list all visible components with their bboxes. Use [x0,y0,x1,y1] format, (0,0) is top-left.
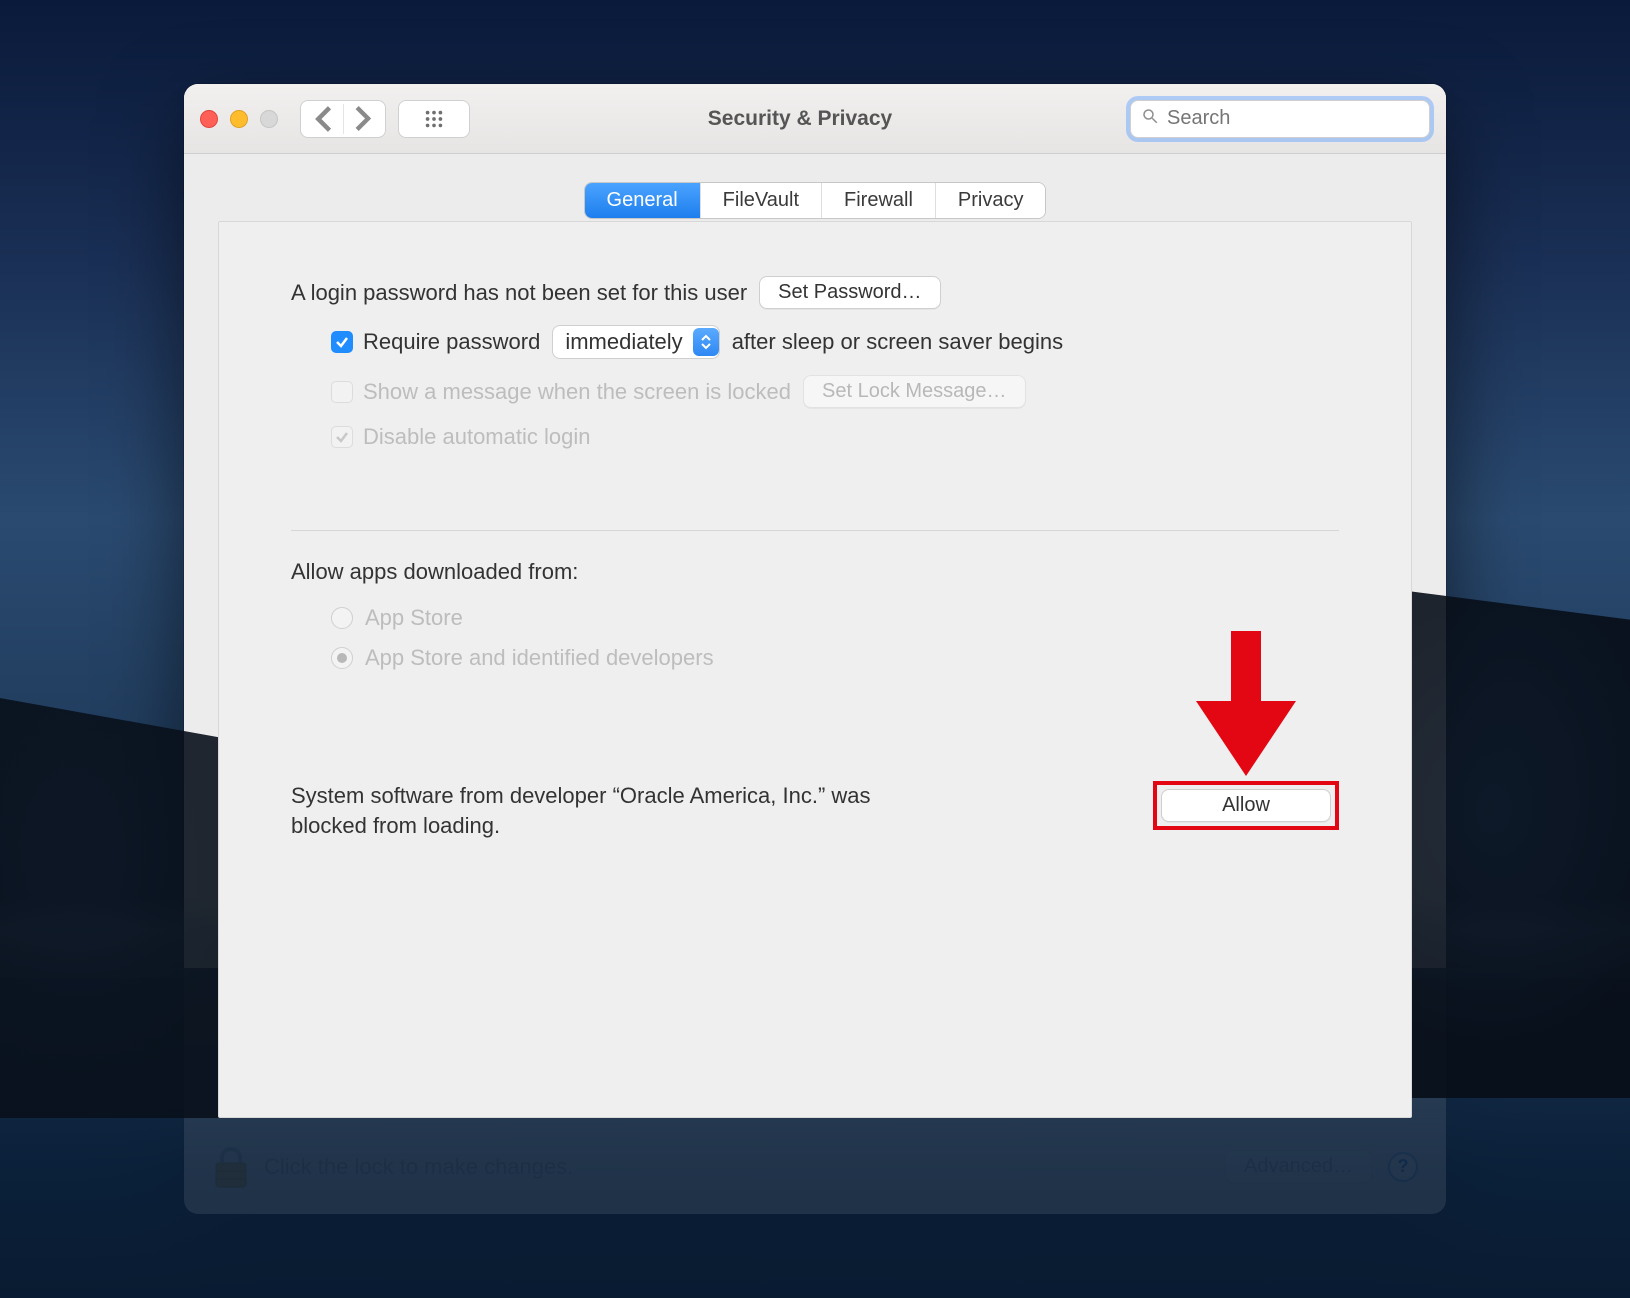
back-button[interactable] [307,104,343,134]
checkmark-disabled-icon [331,426,353,448]
login-password-row: A login password has not been set for th… [291,276,1339,309]
blocked-software-row: System software from developer “Oracle A… [291,781,1339,840]
annotation-down-arrow-icon [1191,631,1301,786]
search-icon [1141,107,1159,130]
require-password-suffix: after sleep or screen saver begins [732,329,1063,355]
radio-identified-developers-label: App Store and identified developers [365,645,714,671]
stepper-icon [693,328,719,356]
close-button[interactable] [200,110,218,128]
window-title: Security & Privacy [482,107,1118,131]
radio-identified-developers: App Store and identified developers [331,645,1339,671]
window-controls [200,110,278,128]
annotation-highlight: Allow [1153,781,1339,830]
nav-buttons [300,100,386,138]
chevron-right-icon [344,101,379,136]
set-lock-message-button: Set Lock Message… [803,375,1026,408]
tab-filevault[interactable]: FileVault [700,183,821,218]
tab-privacy[interactable]: Privacy [935,183,1046,218]
minimize-button[interactable] [230,110,248,128]
radio-app-store: App Store [331,605,1339,631]
search-field-wrap[interactable] [1130,100,1430,138]
radio-app-store-label: App Store [365,605,463,631]
preferences-window: Security & Privacy General FileVault Fir… [184,84,1446,1214]
allow-button[interactable]: Allow [1161,789,1331,822]
allow-apps-heading: Allow apps downloaded from: [291,559,1339,585]
require-password-row: Require password immediately after sleep… [331,325,1339,359]
tab-bar: General FileVault Firewall Privacy [584,182,1047,219]
forward-button[interactable] [343,104,379,134]
show-message-checkbox: Show a message when the screen is locked [331,379,791,405]
blocked-software-text: System software from developer “Oracle A… [291,781,911,840]
general-panel: A login password has not been set for th… [218,221,1412,1118]
require-password-checkbox[interactable]: Require password [331,329,540,355]
disable-auto-login-checkbox: Disable automatic login [331,424,590,450]
divider [291,530,1339,531]
zoom-button [260,110,278,128]
search-input[interactable] [1167,107,1432,130]
show-message-row: Show a message when the screen is locked… [331,375,1339,408]
tab-firewall[interactable]: Firewall [821,183,935,218]
checkmark-icon [331,331,353,353]
require-password-label: Require password [363,329,540,355]
tab-general[interactable]: General [585,183,700,218]
disable-auto-login-label: Disable automatic login [363,424,590,450]
titlebar: Security & Privacy [184,84,1446,154]
allow-apps-radio-group: App Store App Store and identified devel… [331,605,1339,671]
set-password-button[interactable]: Set Password… [759,276,940,309]
require-password-delay-popup[interactable]: immediately [552,325,719,359]
radio-icon [331,607,353,629]
checkbox-empty-icon [331,381,353,403]
login-password-text: A login password has not been set for th… [291,280,747,306]
show-message-label: Show a message when the screen is locked [363,379,791,405]
grid-icon [423,108,445,130]
disable-auto-login-row: Disable automatic login [331,424,1339,450]
allow-button-wrap: Allow [1153,781,1339,830]
content: General FileVault Firewall Privacy A log… [184,154,1446,1118]
show-all-button[interactable] [398,100,470,138]
require-password-delay-value: immediately [565,329,682,355]
radio-selected-icon [331,647,353,669]
chevron-left-icon [307,101,343,137]
